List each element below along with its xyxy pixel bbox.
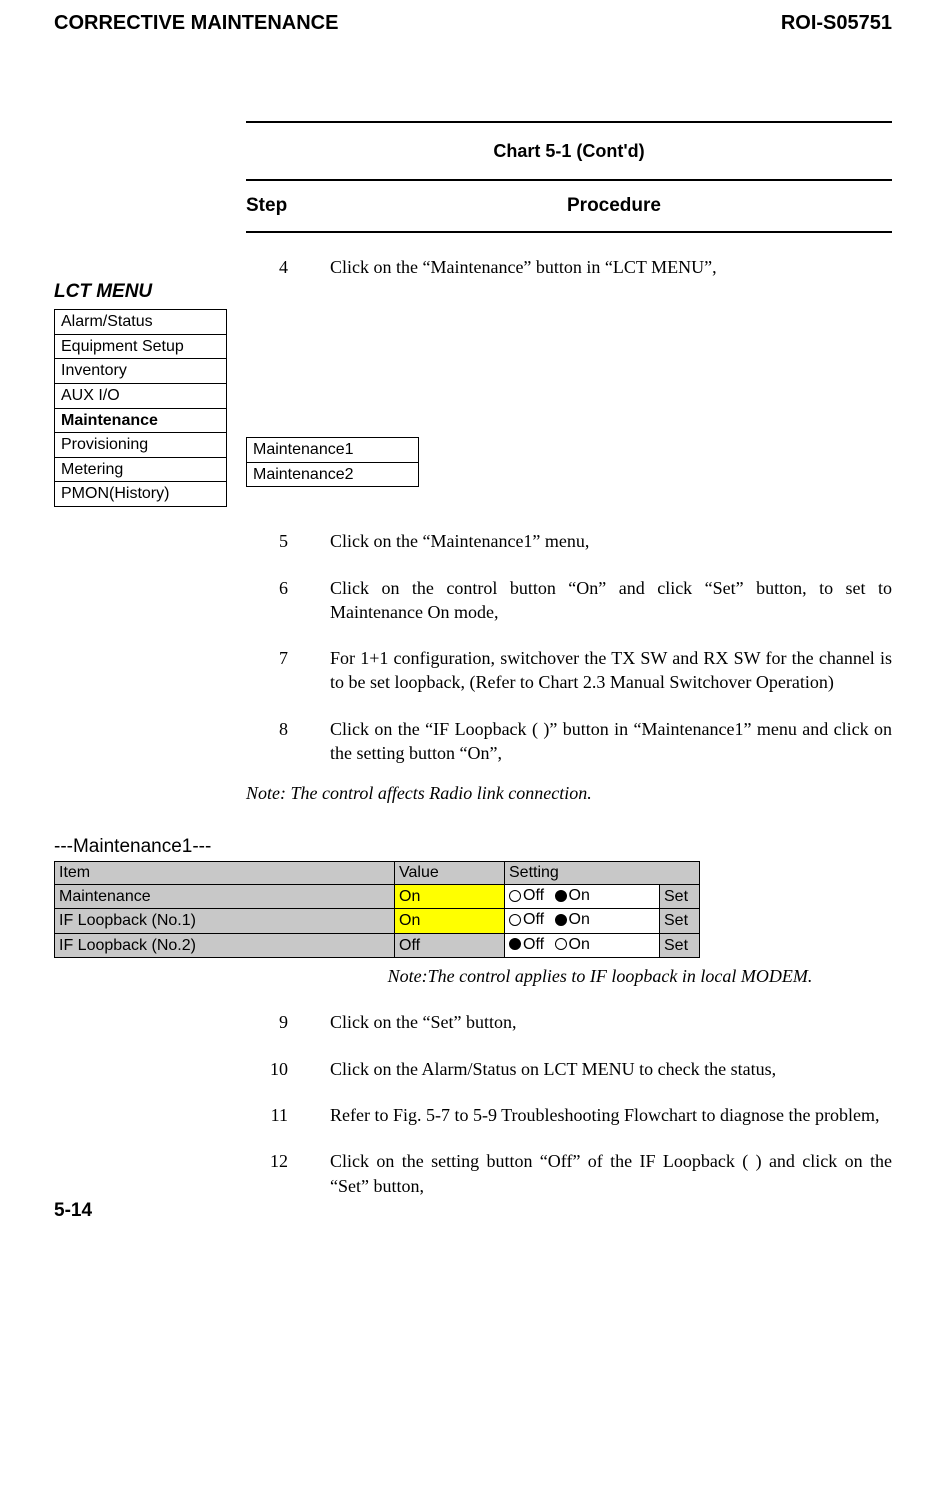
radio-off[interactable]: Off — [509, 909, 544, 931]
step-10: 10 Click on the Alarm/Status on LCT MENU… — [258, 1057, 892, 1081]
radio-icon — [555, 914, 567, 926]
menu-item-pmon-history[interactable]: PMON(History) — [55, 482, 226, 506]
radio-on[interactable]: On — [555, 934, 590, 956]
step-number: 5 — [258, 529, 298, 553]
step-text: Refer to Fig. 5-7 to 5-9 Troubleshooting… — [298, 1103, 892, 1127]
cell-value: Off — [395, 933, 505, 957]
step-text: Click on the control button “On” and cli… — [298, 576, 892, 625]
step-number: 11 — [258, 1103, 298, 1127]
maintenance-submenu: Maintenance1 Maintenance2 — [246, 437, 419, 487]
cell-setting: Off On — [505, 884, 660, 908]
set-button[interactable]: Set — [660, 884, 700, 908]
procedure-header-label: Procedure — [336, 193, 892, 219]
cell-setting: Off On — [505, 909, 660, 933]
radio-on[interactable]: On — [555, 885, 590, 907]
step-number: 6 — [258, 576, 298, 625]
set-button[interactable]: Set — [660, 909, 700, 933]
step-number: 10 — [258, 1057, 298, 1081]
menu-item-metering[interactable]: Metering — [55, 458, 226, 483]
step-text: For 1+1 configuration, switchover the TX… — [298, 646, 892, 695]
step-text: Click on the Alarm/Status on LCT MENU to… — [298, 1057, 892, 1081]
step-8: 8 Click on the “IF Loopback ( )” button … — [258, 717, 892, 766]
menu-item-alarm-status[interactable]: Alarm/Status — [55, 310, 226, 335]
step-number: 4 — [258, 255, 298, 279]
note-local-modem: Note:The control applies to IF loopback … — [280, 964, 920, 988]
step-header-label: Step — [246, 193, 336, 219]
header-left: CORRECTIVE MAINTENANCE — [54, 10, 338, 37]
menu-item-inventory[interactable]: Inventory — [55, 359, 226, 384]
step-11: 11 Refer to Fig. 5-7 to 5-9 Troubleshoot… — [258, 1103, 892, 1127]
step-12: 12 Click on the setting button “Off” of … — [258, 1149, 892, 1198]
table-row-if-loopback-1: IF Loopback (No.1) On Off On Set — [55, 909, 700, 933]
step-5: 5 Click on the “Maintenance1” menu, — [258, 529, 892, 553]
chart-title: Chart 5-1 (Cont'd) — [246, 129, 892, 173]
radio-icon — [509, 938, 521, 950]
lct-menu-list: Alarm/Status Equipment Setup Inventory A… — [54, 309, 227, 507]
maintenance1-section-title: ---Maintenance1--- — [54, 834, 892, 860]
menu-item-maintenance[interactable]: Maintenance — [55, 409, 226, 434]
set-button[interactable]: Set — [660, 933, 700, 957]
step-4: 4 Click on the “Maintenance” button in “… — [258, 255, 892, 279]
table-header-row: Item Value Setting — [55, 862, 700, 885]
step-text: Click on the setting button “Off” of the… — [298, 1149, 892, 1198]
divider — [246, 179, 892, 181]
radio-off[interactable]: Off — [509, 885, 544, 907]
step-number: 12 — [258, 1149, 298, 1198]
step-7: 7 For 1+1 configuration, switchover the … — [258, 646, 892, 695]
submenu-item-maintenance2[interactable]: Maintenance2 — [247, 463, 418, 487]
step-procedure-header: Step Procedure — [246, 187, 892, 225]
header-right: ROI-S05751 — [781, 10, 892, 37]
radio-on-label: On — [569, 934, 590, 956]
cell-value: On — [395, 884, 505, 908]
table-row-maintenance: Maintenance On Off On Set — [55, 884, 700, 908]
divider — [246, 121, 892, 123]
radio-on-label: On — [569, 885, 590, 907]
radio-off-label: Off — [523, 934, 544, 956]
step-text: Click on the “Maintenance” button in “LC… — [298, 255, 892, 279]
step-number: 7 — [258, 646, 298, 695]
radio-off[interactable]: Off — [509, 934, 544, 956]
divider — [246, 231, 892, 233]
radio-icon — [509, 890, 521, 902]
radio-off-label: Off — [523, 885, 544, 907]
col-setting: Setting — [505, 862, 700, 885]
radio-icon — [555, 938, 567, 950]
step-text: Click on the “IF Loopback ( )” button in… — [298, 717, 892, 766]
step-number: 9 — [258, 1010, 298, 1034]
note-radio-link: Note: The control affects Radio link con… — [246, 781, 892, 805]
step-6: 6 Click on the control button “On” and c… — [258, 576, 892, 625]
submenu-item-maintenance1[interactable]: Maintenance1 — [247, 438, 418, 463]
menu-item-provisioning[interactable]: Provisioning — [55, 433, 226, 458]
lct-menu-title: LCT MENU — [54, 279, 892, 305]
radio-on-label: On — [569, 909, 590, 931]
menu-item-equipment-setup[interactable]: Equipment Setup — [55, 335, 226, 360]
step-9: 9 Click on the “Set” button, — [258, 1010, 892, 1034]
cell-item: IF Loopback (No.1) — [55, 909, 395, 933]
radio-on[interactable]: On — [555, 909, 590, 931]
cell-item: Maintenance — [55, 884, 395, 908]
maintenance1-table: Item Value Setting Maintenance On Off On… — [54, 861, 700, 958]
lct-menu-block: LCT MENU Alarm/Status Equipment Setup In… — [54, 279, 892, 507]
menu-item-aux-io[interactable]: AUX I/O — [55, 384, 226, 409]
radio-icon — [555, 890, 567, 902]
step-text: Click on the “Set” button, — [298, 1010, 892, 1034]
cell-setting: Off On — [505, 933, 660, 957]
step-number: 8 — [258, 717, 298, 766]
cell-item: IF Loopback (No.2) — [55, 933, 395, 957]
page-number: 5-14 — [54, 1198, 92, 1224]
step-text: Click on the “Maintenance1” menu, — [298, 529, 892, 553]
radio-off-label: Off — [523, 909, 544, 931]
table-row-if-loopback-2: IF Loopback (No.2) Off Off On Set — [55, 933, 700, 957]
cell-value: On — [395, 909, 505, 933]
col-value: Value — [395, 862, 505, 885]
col-item: Item — [55, 862, 395, 885]
radio-icon — [509, 914, 521, 926]
